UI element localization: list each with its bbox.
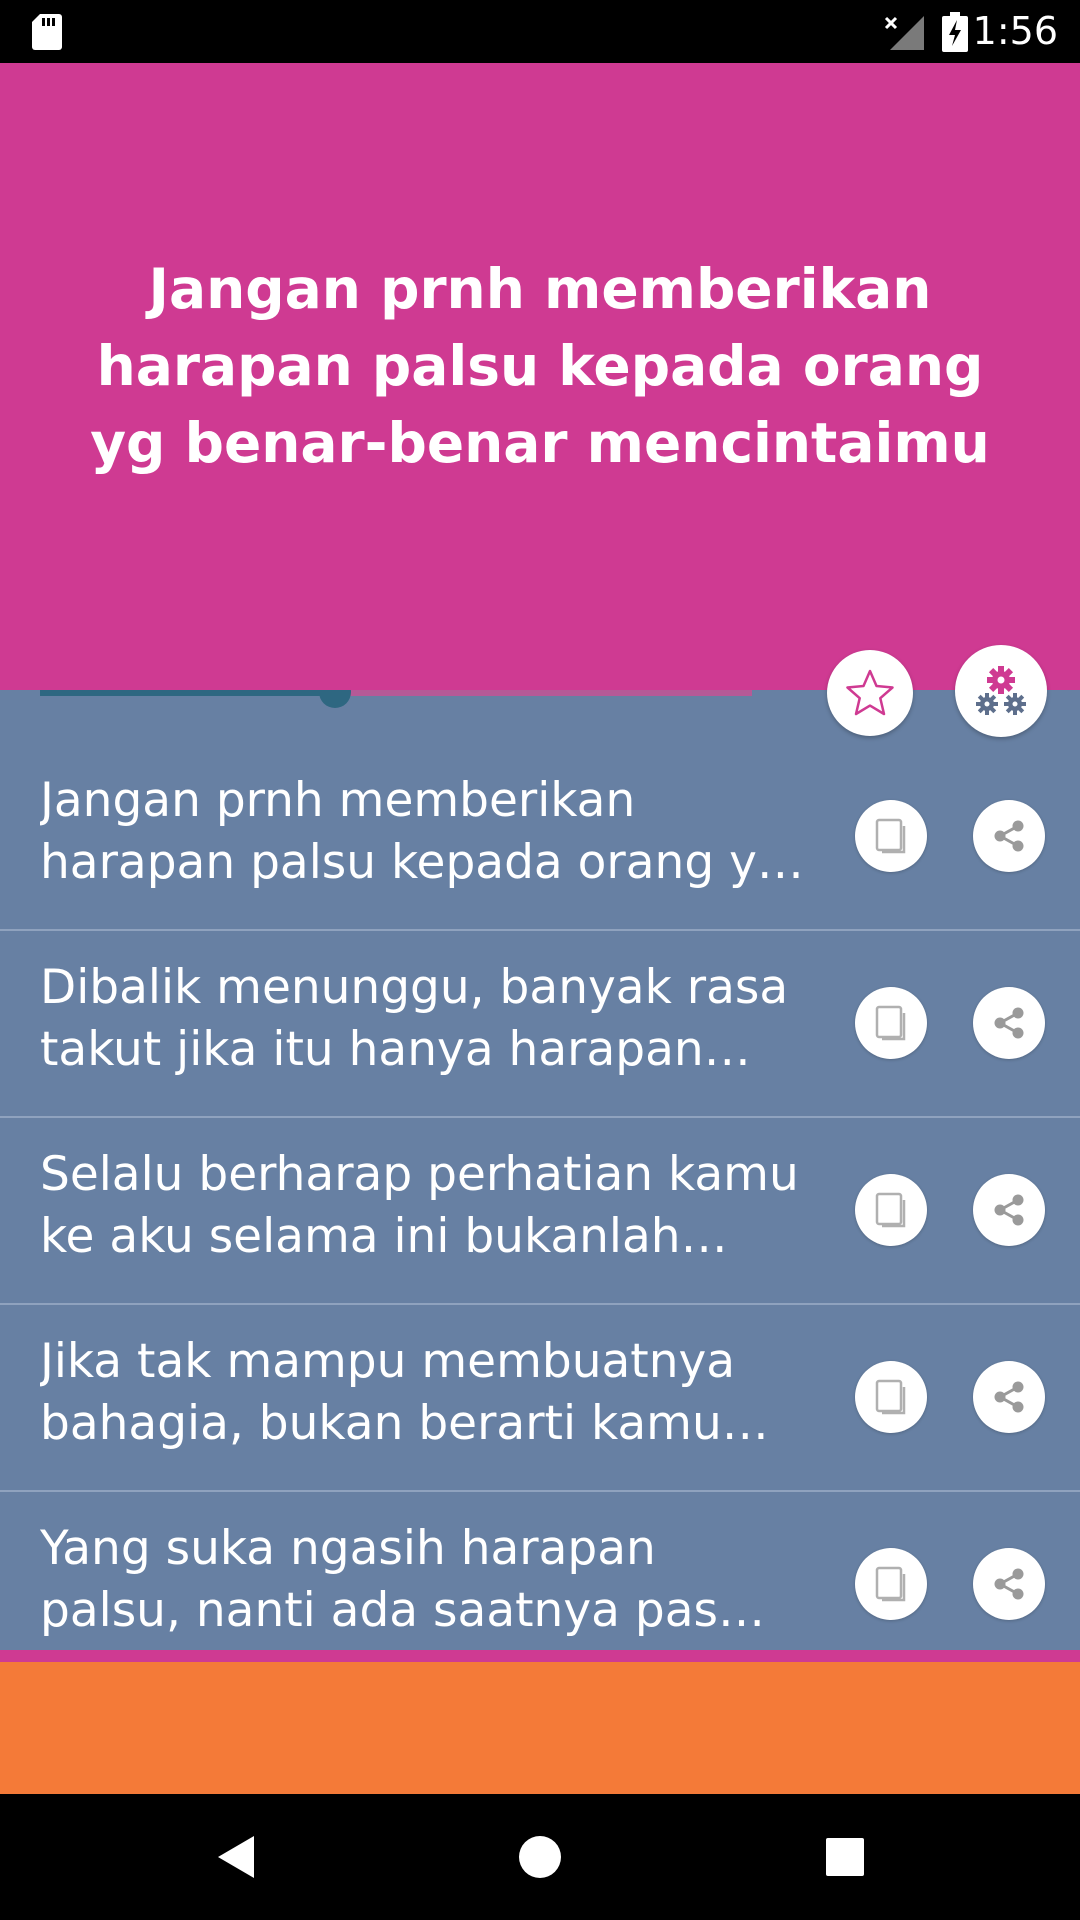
settings-button[interactable]	[955, 645, 1047, 737]
star-icon	[846, 669, 894, 716]
battery-charging-icon	[942, 12, 968, 52]
status-time: 1:56	[972, 9, 1058, 53]
copy-icon	[875, 1566, 906, 1602]
copy-icon	[875, 1005, 906, 1041]
copy-icon	[875, 1192, 906, 1228]
share-icon	[994, 1381, 1024, 1413]
copy-button[interactable]	[855, 1174, 927, 1246]
share-icon	[994, 1194, 1024, 1226]
quote-content-area: Jangan prnh memberikan harapan palsu kep…	[0, 690, 1080, 1650]
sd-card-icon	[32, 14, 62, 50]
quote-list-item[interactable]: Dibalik menunggu, banyak rasa takut jika…	[0, 931, 1080, 1118]
back-icon[interactable]	[212, 1832, 262, 1882]
slider-thumb[interactable]	[319, 690, 352, 708]
share-button[interactable]	[973, 1174, 1045, 1246]
quote-list-item[interactable]: Jangan prnh memberikan harapan palsu kep…	[0, 744, 1080, 931]
share-button[interactable]	[973, 987, 1045, 1059]
progress-slider[interactable]	[40, 690, 752, 730]
divider-strip	[0, 1650, 1080, 1662]
copy-icon	[875, 1379, 906, 1415]
featured-quote: Jangan prnh memberikan harapan palsu kep…	[90, 257, 990, 475]
quote-text: Jika tak mampu membuatnya bahagia, bukan…	[40, 1334, 736, 1451]
signal-no-data-icon	[884, 16, 924, 50]
gears-icon	[976, 666, 1026, 715]
quote-text: Dibalik menunggu, banyak rasa takut jika…	[40, 960, 789, 1077]
quote-text: Selalu berharap perhatian kamu ke aku se…	[40, 1147, 799, 1264]
slider-fill	[40, 690, 336, 696]
ad-banner[interactable]	[0, 1662, 1080, 1794]
share-button[interactable]	[973, 800, 1045, 872]
navigation-bar	[0, 1794, 1080, 1920]
favorites-button[interactable]	[827, 650, 913, 736]
recents-icon[interactable]	[820, 1832, 870, 1882]
quote-list: Jangan prnh memberikan harapan palsu kep…	[0, 744, 1080, 1650]
quote-text: Yang suka ngasih harapan palsu, nanti ad…	[40, 1521, 719, 1638]
quote-list-item[interactable]: Yang suka ngasih harapan palsu, nanti ad…	[0, 1492, 1080, 1650]
copy-icon	[875, 818, 906, 854]
share-button[interactable]	[973, 1548, 1045, 1620]
share-button[interactable]	[973, 1361, 1045, 1433]
share-icon	[994, 820, 1024, 852]
share-icon	[994, 1568, 1024, 1600]
quote-text: Jangan prnh memberikan harapan palsu kep…	[40, 773, 787, 890]
home-icon[interactable]	[515, 1832, 565, 1882]
copy-button[interactable]	[855, 1548, 927, 1620]
copy-button[interactable]	[855, 800, 927, 872]
share-icon	[994, 1007, 1024, 1039]
copy-button[interactable]	[855, 987, 927, 1059]
status-bar: 1:56	[0, 0, 1080, 63]
header-banner: Jangan prnh memberikan harapan palsu kep…	[0, 63, 1080, 690]
quote-list-item[interactable]: Selalu berharap perhatian kamu ke aku se…	[0, 1118, 1080, 1305]
copy-button[interactable]	[855, 1361, 927, 1433]
quote-list-item[interactable]: Jika tak mampu membuatnya bahagia, bukan…	[0, 1305, 1080, 1492]
